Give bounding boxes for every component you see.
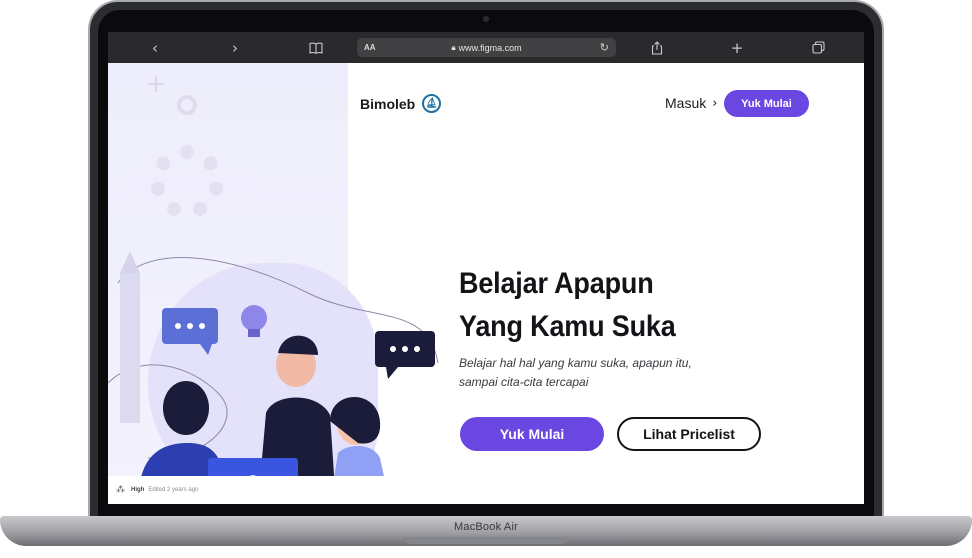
figma-file-name: High	[131, 487, 145, 493]
hero-title-line-1: Belajar Apapun	[459, 267, 654, 300]
tabs-button[interactable]	[809, 32, 827, 63]
hero-title-line-2: Yang Kamu Suka	[459, 310, 676, 343]
bookmarks-button[interactable]	[307, 32, 325, 63]
plus-icon: +	[730, 38, 744, 57]
hero-subtitle: Belajar hal hal yang kamu suka, apapun i…	[459, 354, 759, 392]
gear-decoration-icon	[150, 145, 224, 219]
laptop-notch	[404, 537, 568, 544]
landing-page: + Bimoleb ⛵︎ Masuk › Yuk Mulai Belajar A…	[108, 63, 864, 504]
tabs-icon	[811, 41, 825, 54]
device-label: MacBook Air	[454, 521, 518, 533]
chat-bubble-right-icon	[375, 331, 435, 379]
brand-name: Bimoleb	[360, 95, 416, 112]
hero-title: Belajar Apapun Yang Kamu Suka	[459, 262, 747, 348]
login-link[interactable]: Masuk ›	[665, 95, 717, 111]
start-learning-button[interactable]: Yuk Mulai	[460, 417, 604, 451]
laptop-screen: ‹ › AA 🔒︎ www.figma.com ↻ + + Bimoleb ⛵︎…	[108, 32, 864, 504]
share-button[interactable]	[648, 32, 666, 63]
header-start-button[interactable]: Yuk Mulai	[724, 90, 809, 117]
hero-subtitle-line-2: sampai cita-cita tercapai	[459, 375, 589, 389]
lock-icon: 🔒︎	[451, 42, 456, 52]
ring-decoration-icon	[177, 95, 197, 115]
share-icon	[651, 40, 663, 55]
plus-decoration-icon: +	[145, 69, 167, 99]
chevron-right-icon: ›	[712, 95, 718, 111]
sailboat-logo-icon: ⛵︎	[422, 94, 442, 113]
figma-edited-time: Edited 2 years ago	[148, 487, 199, 493]
login-label: Masuk	[665, 95, 707, 111]
new-tab-button[interactable]: +	[728, 32, 746, 63]
chevron-right-icon: ›	[232, 38, 238, 57]
address-bar[interactable]: AA 🔒︎ www.figma.com ↻	[357, 38, 616, 57]
team-discussion-illustration	[108, 251, 439, 504]
browser-toolbar: ‹ › AA 🔒︎ www.figma.com ↻ +	[108, 32, 864, 63]
reader-aa-button[interactable]: AA	[364, 43, 376, 52]
chevron-left-icon: ‹	[152, 38, 158, 57]
view-pricelist-button[interactable]: Lihat Pricelist	[617, 417, 761, 451]
macbook-frame: ‹ › AA 🔒︎ www.figma.com ↻ + + Bimoleb ⛵︎…	[0, 0, 972, 558]
figma-footer: ⁂ High Edited 2 years ago	[108, 476, 864, 504]
chat-bubble-left-icon	[162, 308, 218, 355]
pencil-decoration-icon	[120, 251, 140, 423]
figma-icon: ⁂	[116, 485, 125, 495]
url-text: www.figma.com	[458, 42, 522, 53]
book-icon	[309, 42, 323, 54]
lightbulb-icon	[241, 305, 267, 337]
back-button[interactable]: ‹	[146, 32, 164, 63]
camera-icon	[483, 16, 489, 22]
hero-subtitle-line-1: Belajar hal hal yang kamu suka, apapun i…	[459, 356, 692, 370]
reload-icon[interactable]: ↻	[600, 41, 609, 54]
brand-logo[interactable]: Bimoleb ⛵︎	[360, 94, 442, 113]
forward-button[interactable]: ›	[226, 32, 244, 63]
